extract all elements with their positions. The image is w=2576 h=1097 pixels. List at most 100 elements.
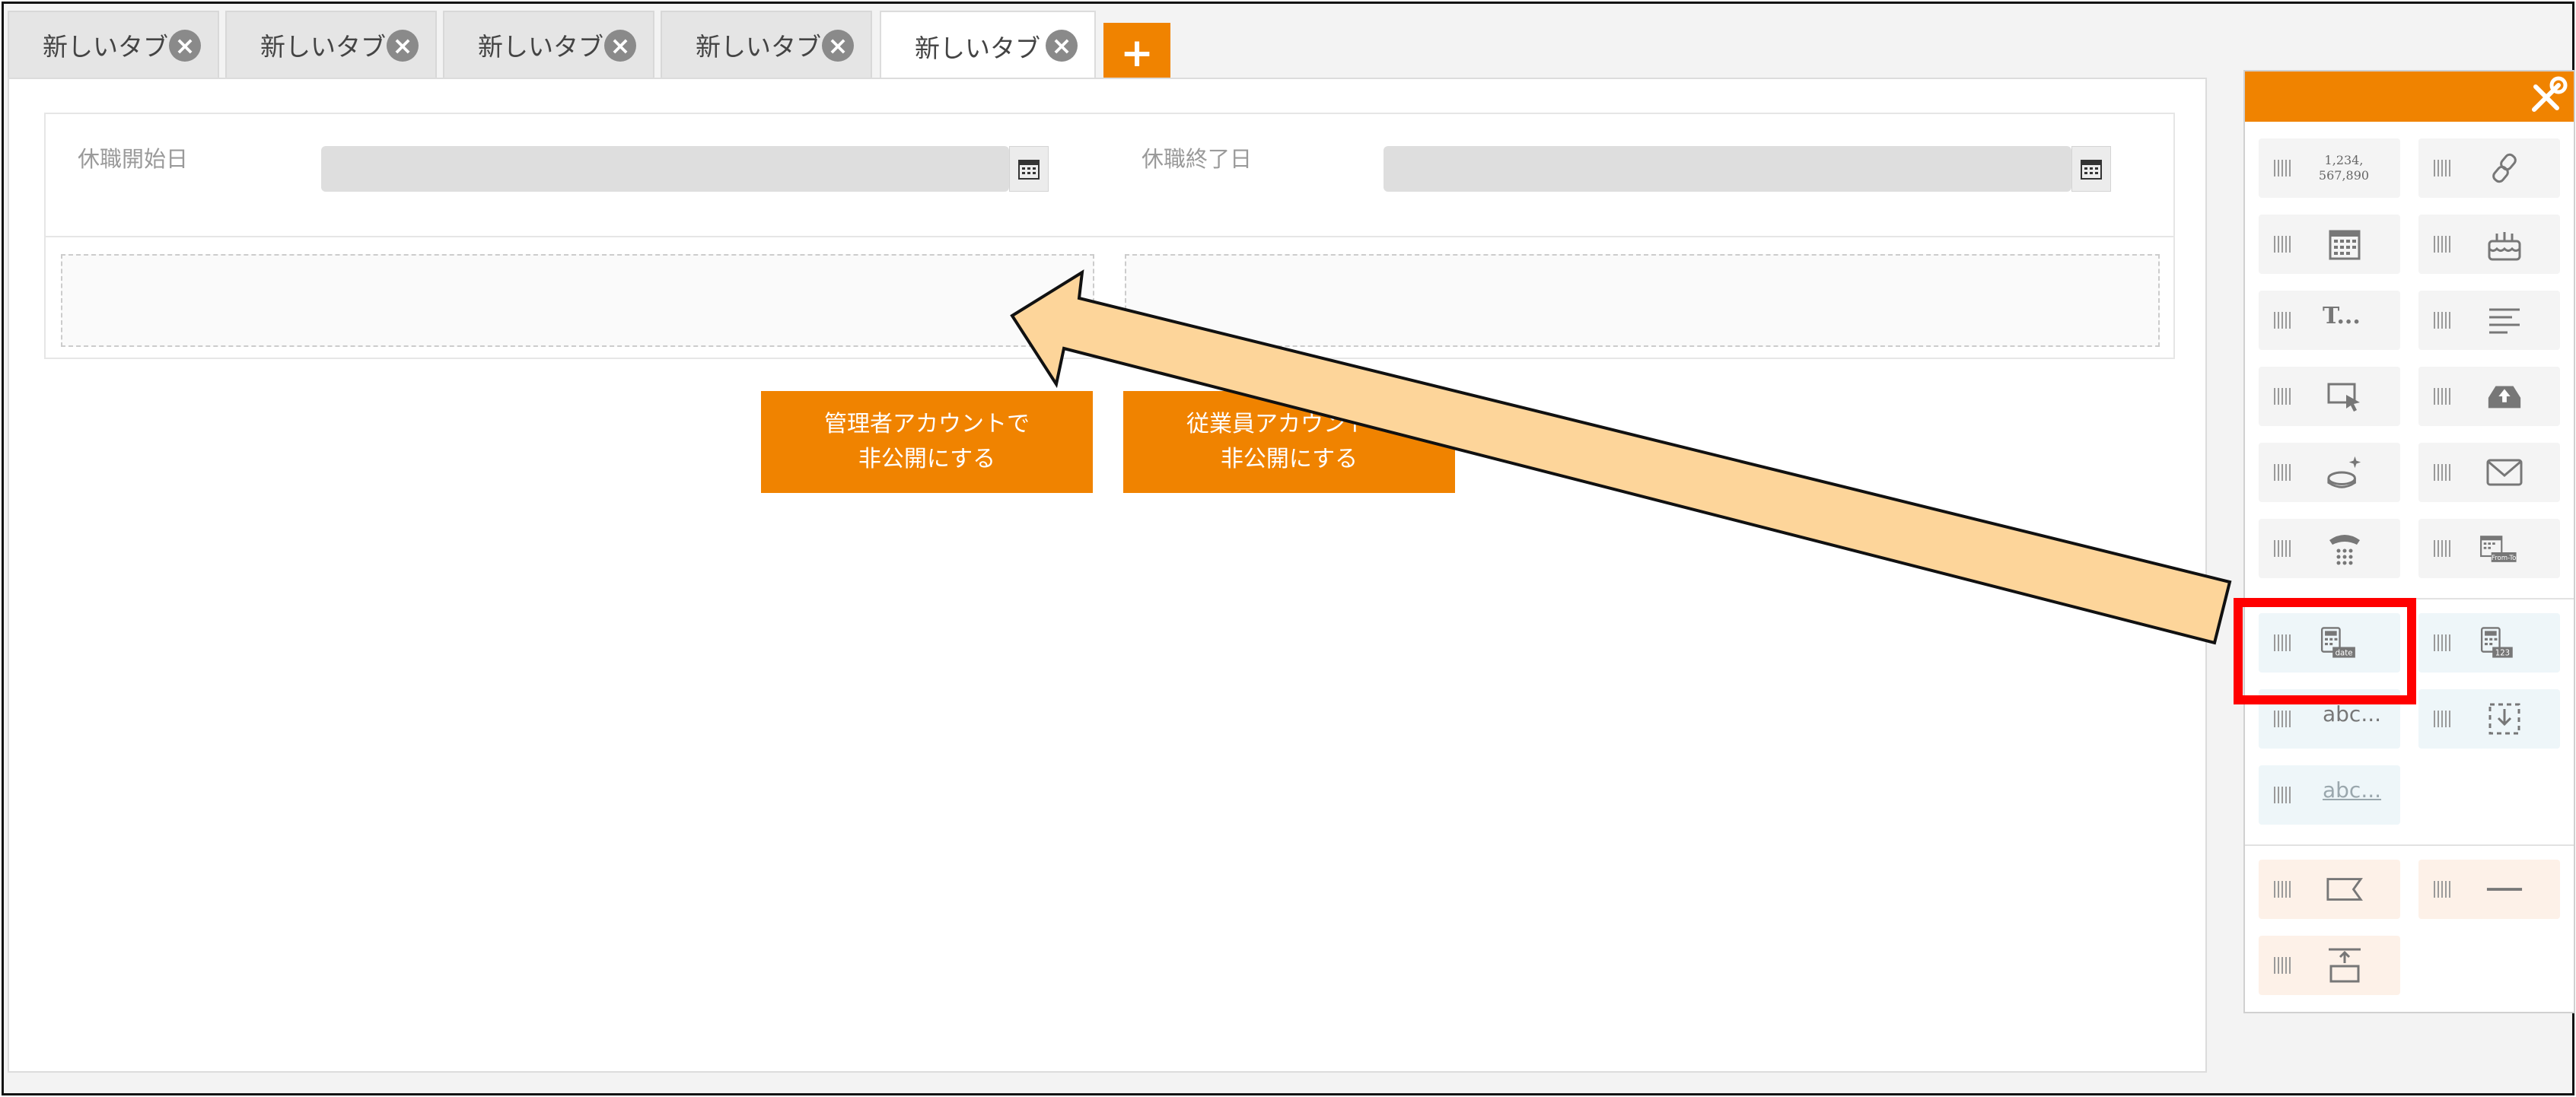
- date-field-row: 休職開始日 休職終了日: [46, 114, 2173, 237]
- number-tool[interactable]: 1,234, 567,890: [2259, 138, 2400, 198]
- leave-start-input[interactable]: [321, 146, 1009, 192]
- button-label-line1: 従業員アカウントで: [1186, 411, 1392, 437]
- drag-handle-icon[interactable]: [2434, 160, 2452, 176]
- drag-handle-icon[interactable]: [2274, 312, 2292, 329]
- link-tool[interactable]: [2418, 138, 2560, 198]
- underlined-text-tool[interactable]: abc...: [2259, 765, 2400, 825]
- employee-hide-button[interactable]: 従業員アカウントで 非公開にする: [1123, 391, 1455, 493]
- leave-end-input[interactable]: [1384, 146, 2071, 192]
- drag-handle-icon[interactable]: [2434, 540, 2452, 557]
- close-icon[interactable]: ×: [169, 30, 201, 62]
- abc-underline-icon: abc...: [2323, 777, 2382, 803]
- button-label-line2: 非公開にする: [1220, 446, 1358, 472]
- upload-tool[interactable]: [2418, 367, 2560, 426]
- drag-handle-icon[interactable]: [2274, 464, 2292, 481]
- calendar-range-icon: From-To: [2479, 529, 2517, 568]
- drag-handle-icon[interactable]: [2434, 634, 2452, 651]
- drag-handle-icon[interactable]: [2274, 236, 2292, 253]
- label-tool[interactable]: [2259, 860, 2400, 919]
- drag-handle-icon[interactable]: [2274, 160, 2292, 176]
- drag-handle-icon[interactable]: [2274, 711, 2292, 727]
- drop-slot-right[interactable]: [1125, 254, 2160, 347]
- lookup-tool[interactable]: [2418, 689, 2560, 749]
- button-label-line1: 管理者アカウントで: [824, 411, 1030, 437]
- tab-3[interactable]: 新しいタブ ×: [443, 11, 654, 78]
- abc-text-icon: abc...: [2323, 701, 2382, 727]
- spacer-icon: [2326, 946, 2364, 984]
- text-tool[interactable]: T...: [2259, 291, 2400, 350]
- paragraph-tool[interactable]: [2418, 291, 2560, 350]
- drag-handle-icon[interactable]: [2274, 634, 2292, 651]
- drag-handle-icon[interactable]: [2434, 388, 2452, 405]
- date-range-tool[interactable]: From-To: [2418, 519, 2560, 578]
- close-icon[interactable]: ×: [822, 30, 854, 62]
- mail-icon: [2485, 453, 2523, 491]
- cursor-select-icon: [2326, 377, 2364, 415]
- drag-handle-icon[interactable]: [2274, 388, 2292, 405]
- align-left-icon: [2485, 301, 2523, 339]
- tab-label: 新しいタブ: [696, 32, 821, 62]
- tab-1[interactable]: 新しいタブ ×: [8, 11, 219, 78]
- form-card: 休職開始日 休職終了日: [44, 113, 2175, 359]
- tab-label: 新しいタブ: [915, 33, 1040, 63]
- drag-handle-icon[interactable]: [2274, 957, 2292, 974]
- label-tag-icon: [2326, 870, 2364, 908]
- drag-handle-icon[interactable]: [2274, 540, 2292, 557]
- cake-icon: [2485, 225, 2523, 263]
- email-tool[interactable]: [2418, 443, 2560, 502]
- close-icon[interactable]: ×: [604, 30, 636, 62]
- birthday-tool[interactable]: [2418, 215, 2560, 274]
- drag-handle-icon[interactable]: [2274, 787, 2292, 803]
- form-canvas: 休職開始日 休職終了日 管理者アカウントで 非公開にする 従業員アカウントで 非…: [8, 78, 2207, 1073]
- calculator-number-icon: 123: [2479, 624, 2517, 662]
- drag-handle-icon[interactable]: [2434, 312, 2452, 329]
- palette-divider: [2245, 598, 2574, 599]
- tool-palette: 1,234, 567,890 T... From-To date 123 abc…: [2243, 70, 2575, 1013]
- number-calc-tool[interactable]: 123: [2418, 613, 2560, 673]
- drag-handle-icon[interactable]: [2434, 881, 2452, 898]
- string-concat-tool[interactable]: abc...: [2259, 689, 2400, 749]
- number-badge: 123: [2495, 649, 2510, 657]
- close-icon[interactable]: ×: [387, 30, 419, 62]
- tab-2[interactable]: 新しいタブ ×: [225, 11, 437, 78]
- upload-icon: [2485, 377, 2523, 415]
- drag-handle-icon[interactable]: [2434, 711, 2452, 727]
- calendar-icon: [2326, 225, 2364, 263]
- phone-icon: [2326, 529, 2364, 568]
- tab-label: 新しいタブ: [43, 32, 168, 62]
- drag-handle-icon[interactable]: [2434, 464, 2452, 481]
- drag-handle-icon[interactable]: [2434, 236, 2452, 253]
- palette-header: [2245, 72, 2574, 122]
- horizontal-line-icon: [2485, 870, 2523, 908]
- coin-sparkle-icon: [2326, 453, 2364, 491]
- date-tool[interactable]: [2259, 215, 2400, 274]
- drop-slot-left[interactable]: [61, 254, 1094, 347]
- tools-icon[interactable]: [2525, 76, 2568, 119]
- phone-tool[interactable]: [2259, 519, 2400, 578]
- tab-label: 新しいタブ: [260, 32, 386, 62]
- link-icon: [2485, 149, 2523, 187]
- from-to-badge: From-To: [2492, 555, 2517, 562]
- leave-start-label: 休職開始日: [78, 146, 189, 172]
- tab-4[interactable]: 新しいタブ ×: [661, 11, 872, 78]
- palette-divider: [2245, 844, 2574, 846]
- tab-label: 新しいタブ: [478, 32, 603, 62]
- text-icon: T...: [2323, 303, 2361, 329]
- select-tool[interactable]: [2259, 367, 2400, 426]
- drag-handle-icon[interactable]: [2274, 881, 2292, 898]
- calculator-date-icon: date: [2320, 624, 2358, 662]
- divider-tool[interactable]: [2418, 860, 2560, 919]
- button-label-line2: 非公開にする: [858, 446, 996, 472]
- close-icon[interactable]: ×: [1046, 30, 1078, 62]
- spacer-tool[interactable]: [2259, 936, 2400, 995]
- points-tool[interactable]: [2259, 443, 2400, 502]
- admin-hide-button[interactable]: 管理者アカウントで 非公開にする: [761, 391, 1093, 493]
- date-badge: date: [2336, 649, 2353, 657]
- calendar-icon[interactable]: [1009, 146, 1049, 192]
- number-icon: 1,234, 567,890: [2313, 149, 2374, 187]
- calendar-icon[interactable]: [2071, 146, 2111, 192]
- number-icon-bottom: 567,890: [2318, 168, 2370, 183]
- date-calc-tool[interactable]: date: [2259, 613, 2400, 673]
- tab-5-active[interactable]: 新しいタブ ×: [880, 11, 1096, 81]
- insert-box-icon: [2485, 700, 2523, 738]
